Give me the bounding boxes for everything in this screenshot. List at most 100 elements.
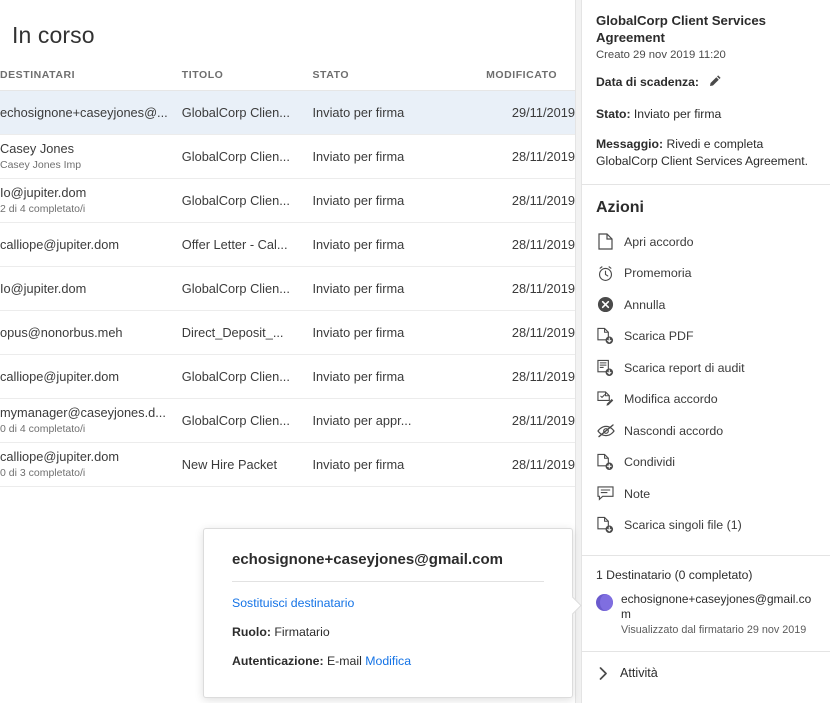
action-nascondi-accordo[interactable]: Nascondi accordo xyxy=(596,415,816,447)
recipient-name: Io@jupiter.dom xyxy=(0,185,87,200)
recipient-subtext: 0 di 3 completato/i xyxy=(0,467,86,479)
action-scarica-pdf[interactable]: Scarica PDF xyxy=(596,321,816,353)
cell-status: Inviato per firma xyxy=(312,178,487,223)
action-scarica-report-audit[interactable]: Scarica report di audit xyxy=(596,352,816,384)
cell-recipients: Casey Jones Casey Jones Imp xyxy=(0,134,182,179)
recipient-subtext: Casey Jones Imp xyxy=(0,159,82,171)
column-header-status[interactable]: STATO xyxy=(312,65,487,91)
agreement-title-text: New Hire Packet xyxy=(181,457,278,472)
status-row: Stato: Inviato per firma xyxy=(596,106,816,123)
recipient-name: calliope@jupiter.dom xyxy=(0,236,119,252)
actions-section: Azioni Apri accordo Promemoria Annulla Scar… xyxy=(582,185,830,556)
status-label: Stato: xyxy=(596,107,631,121)
action-apri-accordo[interactable]: Apri accordo xyxy=(596,226,816,258)
cell-recipients: calliope@jupiter.dom xyxy=(0,354,182,399)
cell-modified: 28/11/2019 xyxy=(486,134,575,179)
pencil-icon[interactable] xyxy=(708,74,722,93)
cell-status: Inviato per firma xyxy=(312,222,487,267)
action-label: Scarica singoli file (1) xyxy=(624,518,742,533)
table-row[interactable]: Casey Jones Casey Jones Imp GlobalCorp Cli… xyxy=(0,134,575,179)
column-header-title[interactable]: TITOLO xyxy=(181,65,313,91)
cell-title: GlobalCorp Clien... xyxy=(181,134,313,179)
edit-authentication-link[interactable]: Modifica xyxy=(365,654,411,668)
role-row: Ruolo: Firmatario xyxy=(232,625,544,639)
cell-status: Inviato per appr... xyxy=(312,398,487,443)
cell-recipients: opus@nonorbus.meh xyxy=(0,310,182,355)
agreement-detail-panel: GlobalCorp Client Services Agreement Cre… xyxy=(582,0,830,703)
download-pdf-icon xyxy=(596,327,615,346)
cell-recipients: calliope@jupiter.dom xyxy=(0,222,182,267)
column-header-recipients[interactable]: DESTINATARI xyxy=(0,65,182,91)
action-label: Condividi xyxy=(624,455,675,470)
cell-title: GlobalCorp Clien... xyxy=(181,178,313,223)
cell-title: GlobalCorp Clien... xyxy=(181,266,313,311)
cell-recipients: Io@jupiter.dom 2 di 4 completato/i xyxy=(0,178,182,223)
note-bubble-icon xyxy=(596,484,615,503)
cell-modified: 28/11/2019 xyxy=(486,310,575,355)
agreement-title-text: GlobalCorp Clien... xyxy=(181,369,290,384)
authentication-label: Autenticazione: xyxy=(232,654,324,668)
recipient-name: mymanager@caseyjones.d... xyxy=(0,405,166,420)
edit-document-icon xyxy=(596,390,615,409)
cell-modified: 28/11/2019 xyxy=(486,398,575,443)
download-report-icon xyxy=(596,358,615,377)
table-row[interactable]: mymanager@caseyjones.d... 0 di 4 completa… xyxy=(0,398,575,443)
recipient-entry[interactable]: echosignone+caseyjones@gmail.com Visuali… xyxy=(596,592,816,637)
action-modifica-accordo[interactable]: Modifica accordo xyxy=(596,384,816,416)
cell-modified: 28/11/2019 xyxy=(486,222,575,267)
action-label: Scarica report di audit xyxy=(624,360,745,375)
cell-modified: 28/11/2019 xyxy=(486,266,575,311)
expiry-date-label: Data di scadenza: xyxy=(596,75,699,89)
status-text: Inviato per firma xyxy=(312,105,405,120)
action-note[interactable]: Note xyxy=(596,478,816,510)
action-label: Scarica PDF xyxy=(624,329,694,344)
avatar xyxy=(596,594,613,611)
agreements-table: DESTINATARI TITOLO STATO MODIFICATO echo… xyxy=(0,65,575,487)
actions-list: Apri accordo Promemoria Annulla Scarica PDF… xyxy=(596,226,816,541)
table-row[interactable]: opus@nonorbus.meh Direct_Deposit_... Invia… xyxy=(0,310,575,355)
action-promemoria[interactable]: Promemoria xyxy=(596,258,816,290)
recipient-email: echosignone+caseyjones@gmail.com xyxy=(621,592,812,621)
agreements-table-header: DESTINATARI TITOLO STATO MODIFICATO xyxy=(0,65,575,91)
cell-status: Inviato per firma xyxy=(312,90,487,135)
cell-title: GlobalCorp Clien... xyxy=(181,398,313,443)
replace-recipient-link[interactable]: Sostituisci destinatario xyxy=(232,596,544,610)
message-row: Messaggio: Rivedi e completa GlobalCorp … xyxy=(596,136,816,170)
action-condividi[interactable]: Condividi xyxy=(596,447,816,479)
actions-heading: Azioni xyxy=(596,199,644,216)
status-text: Inviato per firma xyxy=(312,237,405,252)
cell-title: Offer Letter - Cal... xyxy=(181,222,313,267)
cell-title: Direct_Deposit_... xyxy=(181,310,313,355)
table-row[interactable]: Io@jupiter.dom 2 di 4 completato/i GlobalC… xyxy=(0,178,575,223)
table-row[interactable]: calliope@jupiter.dom GlobalCorp Clien... I… xyxy=(0,354,575,399)
action-label: Nascondi accordo xyxy=(624,423,724,438)
action-label: Apri accordo xyxy=(624,234,694,249)
recipient-name: Io@jupiter.dom xyxy=(0,280,87,296)
table-row[interactable]: echosignone+caseyjones@... GlobalCorp Cli… xyxy=(0,90,575,135)
column-header-modified[interactable]: MODIFICATO xyxy=(486,65,575,91)
agreement-summary-section: GlobalCorp Client Services Agreement Cre… xyxy=(582,0,830,185)
table-row[interactable]: Io@jupiter.dom GlobalCorp Clien... Inviato… xyxy=(0,266,575,311)
role-label: Ruolo: xyxy=(232,625,271,639)
agreement-title-text: GlobalCorp Clien... xyxy=(181,193,290,208)
agreement-title-text: GlobalCorp Clien... xyxy=(181,149,290,164)
cell-status: Inviato per firma xyxy=(312,134,487,179)
table-row[interactable]: calliope@jupiter.dom 0 di 3 completato/i N… xyxy=(0,442,575,487)
action-scarica-singoli-file[interactable]: Scarica singoli file (1) xyxy=(596,510,816,542)
table-row[interactable]: calliope@jupiter.dom Offer Letter - Cal..… xyxy=(0,222,575,267)
action-annulla[interactable]: Annulla xyxy=(596,289,816,321)
table-header-row: DESTINATARI TITOLO STATO MODIFICATO xyxy=(0,65,575,91)
recipient-popover: echosignone+caseyjones@gmail.com Sostitu… xyxy=(203,528,582,698)
activity-expander[interactable]: Attività xyxy=(582,652,830,694)
recipient-info: echosignone+caseyjones@gmail.com Visuali… xyxy=(621,592,816,637)
cell-status: Inviato per firma xyxy=(312,310,487,355)
cancel-circle-icon xyxy=(596,295,615,314)
agreements-table-body: echosignone+caseyjones@... GlobalCorp Cli… xyxy=(0,90,575,487)
eye-off-icon xyxy=(596,421,615,440)
action-label: Annulla xyxy=(624,297,666,312)
recipient-name: calliope@jupiter.dom xyxy=(0,449,119,464)
recipient-name: opus@nonorbus.meh xyxy=(0,324,123,340)
recipient-subtext: 0 di 4 completato/i xyxy=(0,423,86,435)
cell-title: New Hire Packet xyxy=(181,442,313,487)
recipient-name: calliope@jupiter.dom xyxy=(0,368,119,384)
